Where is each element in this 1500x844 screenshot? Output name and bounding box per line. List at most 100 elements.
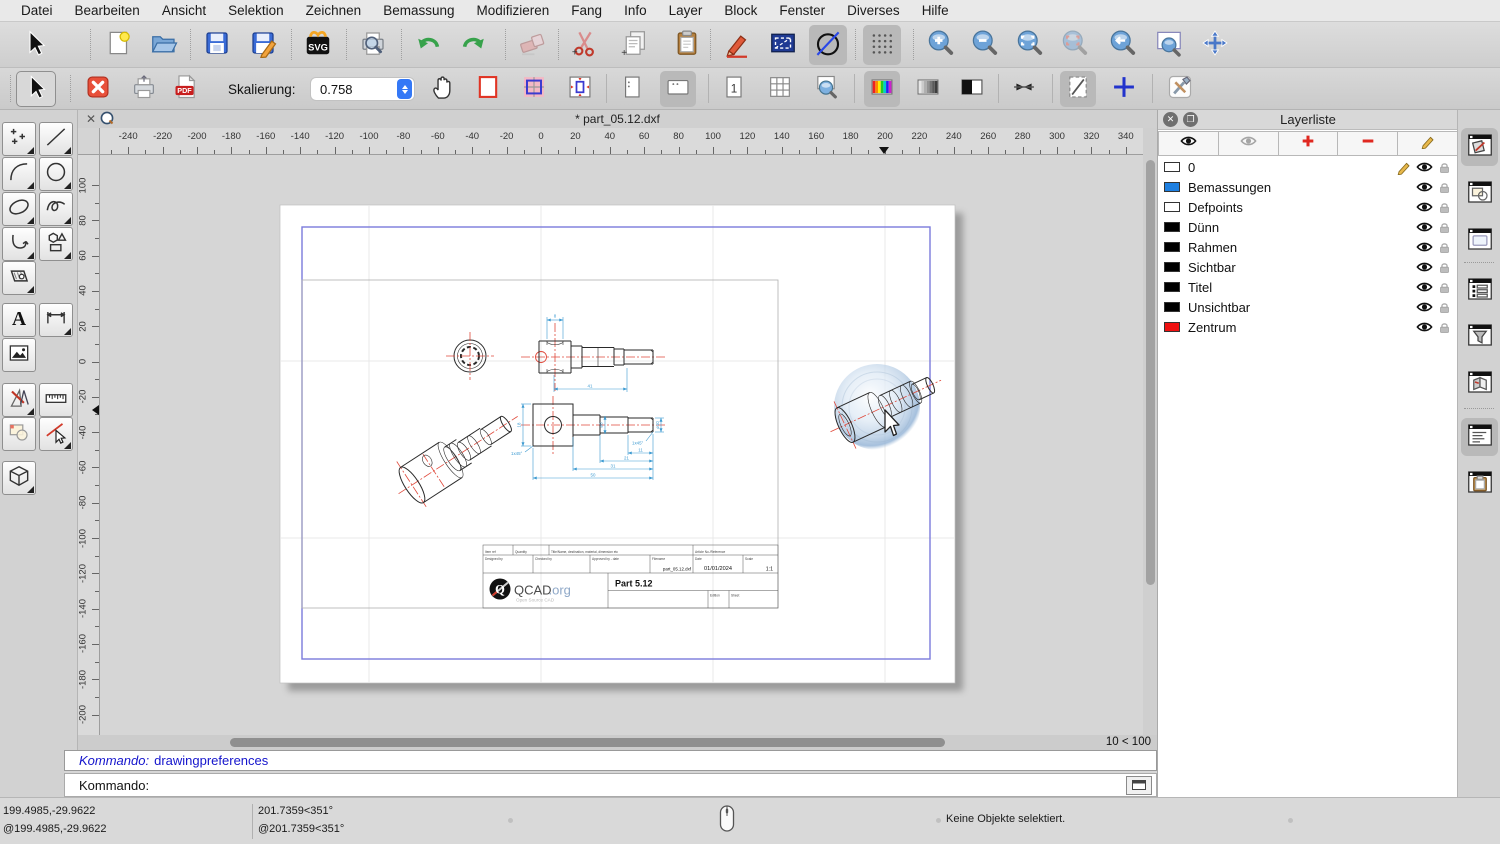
- tool-blocks-button[interactable]: [2, 417, 36, 451]
- layer-row[interactable]: Zentrum: [1158, 317, 1458, 337]
- hand-pan-button[interactable]: [424, 71, 460, 107]
- menu-bemassung[interactable]: Bemassung: [372, 3, 465, 18]
- layer-visibility-eye-icon[interactable]: [1414, 299, 1434, 315]
- redo-button[interactable]: [455, 25, 493, 65]
- tool-arc-button[interactable]: [2, 157, 36, 191]
- crosshair-button[interactable]: [1106, 71, 1142, 107]
- drawing-frame-button[interactable]: [1060, 71, 1096, 107]
- paper-border-button[interactable]: [470, 71, 506, 107]
- page-portrait-button[interactable]: [614, 71, 650, 107]
- lineweight-button[interactable]: [1006, 71, 1042, 107]
- undo-button[interactable]: [409, 25, 447, 65]
- selection-filter-dock-button[interactable]: [1461, 318, 1498, 356]
- color-gray-button[interactable]: [910, 71, 946, 107]
- clipboard-panel-dock-button[interactable]: [1461, 465, 1498, 503]
- command-input[interactable]: [155, 775, 1126, 795]
- zoom-auto-button[interactable]: [1010, 25, 1048, 65]
- eye-open-button[interactable]: [1158, 131, 1219, 156]
- menu-datei[interactable]: Datei: [10, 3, 64, 18]
- save-as-button[interactable]: [244, 25, 282, 65]
- edit-layer-button[interactable]: [1398, 131, 1458, 156]
- menu-info[interactable]: Info: [613, 3, 658, 18]
- add-layer-button[interactable]: [1279, 131, 1339, 156]
- tool-select-line-button[interactable]: [39, 417, 73, 451]
- menu-diverses[interactable]: Diverses: [836, 3, 911, 18]
- layer-row[interactable]: Defpoints: [1158, 197, 1458, 217]
- layer-visibility-eye-icon[interactable]: [1414, 239, 1434, 255]
- view-list-dock-button[interactable]: [1461, 222, 1498, 260]
- layer-visibility-eye-icon[interactable]: [1414, 159, 1434, 175]
- menu-fang[interactable]: Fang: [560, 3, 613, 18]
- menu-hilfe[interactable]: Hilfe: [911, 3, 960, 18]
- zoom-page-button[interactable]: [808, 71, 844, 107]
- open-file-button[interactable]: [145, 25, 183, 65]
- tool-box3d-button[interactable]: [2, 461, 36, 495]
- tool-measure-button[interactable]: [39, 383, 73, 417]
- library-browser-dock-button[interactable]: [1461, 365, 1498, 403]
- block-list-dock-button[interactable]: [1461, 175, 1498, 213]
- zoom-in-button[interactable]: [921, 25, 959, 65]
- page-landscape-button[interactable]: [660, 71, 696, 107]
- command-detach-button[interactable]: [1126, 776, 1152, 795]
- color-full-button[interactable]: [864, 71, 900, 107]
- tool-hatch-button[interactable]: [2, 261, 36, 295]
- layer-row[interactable]: Dünn: [1158, 217, 1458, 237]
- close-drawing-button[interactable]: [80, 71, 116, 107]
- layer-row[interactable]: 0: [1158, 157, 1458, 177]
- horizontal-scrollbar-thumb[interactable]: [230, 738, 945, 747]
- tool-spline-button[interactable]: [39, 192, 73, 226]
- layer-lock-icon[interactable]: [1434, 240, 1454, 255]
- layer-lock-icon[interactable]: [1434, 320, 1454, 335]
- tool-image-button[interactable]: [2, 338, 36, 372]
- selection-rectangle-button[interactable]: [764, 25, 802, 65]
- svg-export-button[interactable]: SVG: [299, 25, 337, 65]
- layer-row[interactable]: Titel: [1158, 277, 1458, 297]
- pointer-button[interactable]: [16, 71, 56, 107]
- menu-layer[interactable]: Layer: [658, 3, 714, 18]
- layer-visibility-eye-icon[interactable]: [1414, 179, 1434, 195]
- menu-fenster[interactable]: Fenster: [768, 3, 836, 18]
- panel-float-icon[interactable]: ❐: [1183, 112, 1198, 127]
- zoom-selection-button[interactable]: [1055, 25, 1093, 65]
- layer-list-dock-button[interactable]: [1461, 128, 1498, 166]
- layer-visibility-eye-icon[interactable]: [1414, 259, 1434, 275]
- tool-line-button[interactable]: [39, 122, 73, 156]
- layer-lock-icon[interactable]: [1434, 180, 1454, 195]
- vertical-scrollbar[interactable]: [1143, 128, 1157, 735]
- pdf-export-button[interactable]: PDF: [168, 71, 204, 107]
- property-list-dock-button[interactable]: [1461, 272, 1498, 310]
- pointer-button[interactable]: [16, 25, 54, 65]
- menu-ansicht[interactable]: Ansicht: [151, 3, 217, 18]
- copy-button[interactable]: +: [616, 25, 654, 65]
- eye-off-button[interactable]: [1219, 131, 1279, 156]
- auto-zoom-button[interactable]: [1196, 25, 1234, 65]
- page-single-button[interactable]: 1: [716, 71, 752, 107]
- vertical-scrollbar-thumb[interactable]: [1146, 160, 1155, 585]
- menu-zeichnen[interactable]: Zeichnen: [295, 3, 373, 18]
- scale-combobox[interactable]: 0.758: [310, 77, 415, 101]
- pages-grid-button[interactable]: [762, 71, 798, 107]
- print-button[interactable]: [126, 71, 162, 107]
- layer-lock-icon[interactable]: [1434, 280, 1454, 295]
- color-bw-button[interactable]: [954, 71, 990, 107]
- layer-row[interactable]: Sichtbar: [1158, 257, 1458, 277]
- layer-lock-icon[interactable]: [1434, 300, 1454, 315]
- layer-visibility-eye-icon[interactable]: [1414, 319, 1434, 335]
- layer-visibility-eye-icon[interactable]: [1414, 199, 1434, 215]
- layer-lock-icon[interactable]: [1434, 200, 1454, 215]
- layer-visibility-eye-icon[interactable]: [1414, 279, 1434, 295]
- menu-modifizieren[interactable]: Modifizieren: [466, 3, 561, 18]
- stepper-icon[interactable]: [397, 79, 412, 99]
- layer-lock-icon[interactable]: [1434, 260, 1454, 275]
- grid-dots-button[interactable]: [863, 25, 901, 65]
- new-file-button[interactable]: [100, 25, 138, 65]
- tool-circle-button[interactable]: [39, 157, 73, 191]
- paper-grid-button[interactable]: [516, 71, 552, 107]
- zoom-previous-button[interactable]: [1103, 25, 1141, 65]
- circle-slash-button[interactable]: [809, 25, 847, 65]
- drawing-viewport[interactable]: 8 41: [100, 155, 1143, 735]
- layer-row[interactable]: Bemassungen: [1158, 177, 1458, 197]
- tool-ellipse-button[interactable]: [2, 192, 36, 226]
- zoom-out-button[interactable]: [965, 25, 1003, 65]
- menu-selektion[interactable]: Selektion: [217, 3, 295, 18]
